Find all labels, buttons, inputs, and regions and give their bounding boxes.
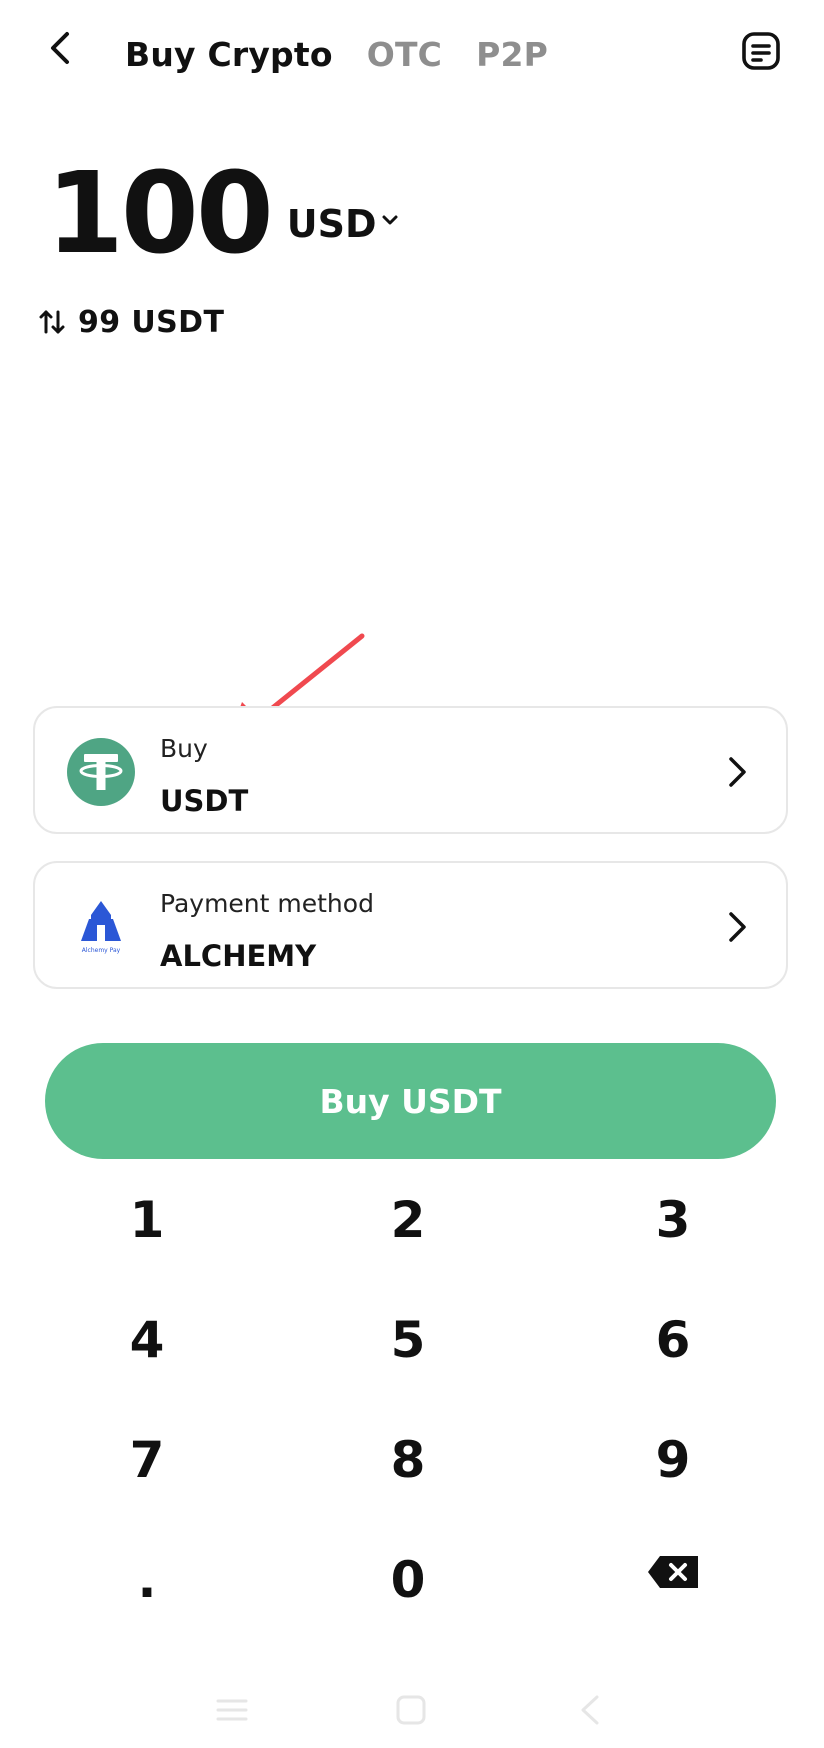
tab-p2p[interactable]: P2P — [476, 35, 548, 74]
back-button[interactable] — [38, 26, 82, 70]
buy-usdt-button[interactable]: Buy USDT — [45, 1043, 776, 1159]
home-square-icon — [396, 1695, 426, 1725]
payment-method-selector[interactable]: Alchemy Pay Payment method ALCHEMY — [33, 861, 788, 989]
key-3[interactable]: 3 — [583, 1170, 763, 1270]
key-2[interactable]: 2 — [318, 1170, 498, 1270]
menu-icon — [216, 1699, 248, 1721]
back-arrow-icon — [51, 32, 69, 64]
header-tabs: Buy Crypto OTC P2P — [125, 28, 548, 80]
key-0[interactable]: 0 — [318, 1530, 498, 1630]
buy-label: Buy — [160, 734, 208, 763]
buy-asset-value: USDT — [160, 784, 249, 818]
chevron-right-icon — [729, 912, 746, 942]
backspace-key[interactable] — [583, 1522, 763, 1622]
system-back-button[interactable] — [570, 1690, 610, 1730]
buy-crypto-screen: Buy Crypto OTC P2P 100 USD 99 USDT Buy U… — [0, 0, 824, 1748]
key-5[interactable]: 5 — [318, 1290, 498, 1390]
converted-amount[interactable]: 99 USDT — [38, 302, 224, 342]
key-9[interactable]: 9 — [583, 1410, 763, 1510]
tab-otc[interactable]: OTC — [367, 35, 442, 74]
converted-value: 99 USDT — [78, 304, 225, 340]
tab-buy-crypto[interactable]: Buy Crypto — [125, 35, 333, 74]
chevron-right-icon — [729, 757, 746, 787]
payment-method-value: ALCHEMY — [160, 939, 317, 973]
orders-list-icon — [742, 32, 780, 70]
key-8[interactable]: 8 — [318, 1410, 498, 1510]
key-decimal[interactable]: . — [57, 1530, 237, 1630]
backspace-icon — [648, 1556, 698, 1588]
system-home-button[interactable] — [391, 1690, 431, 1730]
key-6[interactable]: 6 — [583, 1290, 763, 1390]
back-triangle-icon — [581, 1695, 599, 1725]
buy-asset-selector[interactable]: Buy USDT — [33, 706, 788, 834]
payment-method-label: Payment method — [160, 889, 374, 918]
amount-display: 100 USD — [46, 150, 399, 270]
swap-vertical-icon — [39, 310, 65, 334]
key-1[interactable]: 1 — [57, 1170, 237, 1270]
key-7[interactable]: 7 — [57, 1410, 237, 1510]
chevron-down-icon — [382, 215, 398, 225]
amount-value: 100 — [46, 149, 274, 279]
alchemy-pay-icon: Alchemy Pay — [81, 901, 121, 954]
key-4[interactable]: 4 — [57, 1290, 237, 1390]
system-menu-button[interactable] — [212, 1690, 252, 1730]
currency-selector[interactable]: USD — [287, 202, 399, 246]
orders-button[interactable] — [738, 28, 784, 74]
tether-icon — [67, 738, 135, 806]
currency-code: USD — [286, 202, 377, 246]
alchemy-pay-caption: Alchemy Pay — [82, 947, 121, 954]
system-navigation-bar — [0, 1690, 824, 1730]
numeric-keypad: 1 2 3 4 5 6 7 8 9 . 0 — [0, 1170, 824, 1650]
